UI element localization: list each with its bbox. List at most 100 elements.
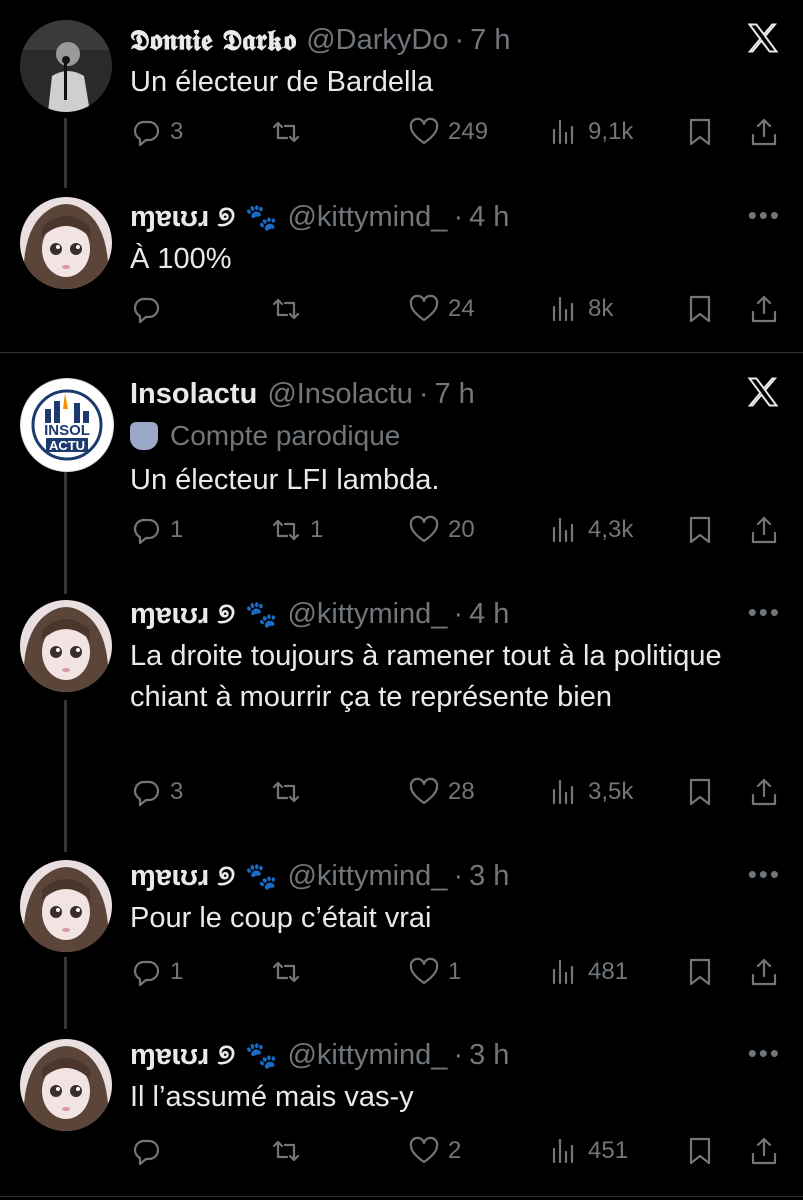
retweet-icon: [272, 1140, 300, 1162]
tweet-reply[interactable]: ɱɐɩʊɹ ୭ 🐾 @kittymind_ · 4 h ••• La droit…: [0, 592, 803, 822]
author-name[interactable]: Insolactu: [130, 378, 257, 411]
share-button[interactable]: [748, 952, 780, 992]
views-button[interactable]: 451: [548, 1131, 628, 1171]
bookmark-icon: [689, 1137, 711, 1165]
bookmark-button[interactable]: [684, 772, 716, 812]
share-button[interactable]: [748, 1131, 780, 1171]
reply-count: 1: [170, 516, 184, 543]
retweet-button[interactable]: [270, 772, 310, 812]
views-count: 8k: [588, 295, 614, 322]
reply-button[interactable]: 3: [130, 112, 183, 152]
tweet-text: La droite toujours à ramener tout à la p…: [130, 640, 722, 713]
reply-button[interactable]: 3: [130, 772, 183, 812]
share-icon: [751, 295, 777, 323]
thread-divider: [0, 352, 803, 353]
more-icon[interactable]: •••: [748, 599, 781, 625]
action-bar: 1 1 20 4,3k: [0, 510, 803, 550]
bookmark-button[interactable]: [684, 289, 716, 329]
tweet-text: Un électeur de Bardella: [130, 66, 434, 98]
reply-button[interactable]: 1: [130, 510, 183, 550]
heart-icon: [409, 515, 439, 543]
like-button[interactable]: 20: [408, 510, 475, 550]
retweet-button[interactable]: 1: [270, 510, 323, 550]
more-icon[interactable]: •••: [748, 1040, 781, 1066]
timestamp[interactable]: 4 h: [469, 201, 509, 234]
bookmark-button[interactable]: [684, 510, 716, 550]
views-button[interactable]: 9,1k: [548, 112, 633, 152]
like-button[interactable]: 24: [408, 289, 475, 329]
bookmark-button[interactable]: [684, 112, 716, 152]
author-handle[interactable]: @kittymind_: [287, 598, 447, 631]
share-button[interactable]: [748, 772, 780, 812]
avatar[interactable]: [20, 20, 112, 112]
tweet-text: Pour le coup c’était vrai: [130, 902, 432, 934]
share-button[interactable]: [748, 112, 780, 152]
author-handle[interactable]: @kittymind_: [287, 201, 447, 234]
bookmark-icon: [689, 778, 711, 806]
reply-icon: [133, 780, 160, 807]
author-name[interactable]: 𝕯𝖔𝖓𝖓𝖎𝖊 𝕯𝖆𝖗𝖐𝖔: [130, 23, 296, 58]
timestamp[interactable]: 4 h: [469, 598, 509, 631]
tweet-reply[interactable]: ɱɐɩʊɹ ୭ 🐾 @kittymind_ · 3 h ••• Il l’ass…: [0, 1033, 803, 1183]
reply-button[interactable]: [130, 289, 170, 329]
share-button[interactable]: [748, 510, 780, 550]
avatar[interactable]: [20, 600, 112, 692]
bookmark-button[interactable]: [684, 1131, 716, 1171]
share-button[interactable]: [748, 289, 780, 329]
avatar[interactable]: [20, 197, 112, 289]
like-button[interactable]: 28: [408, 772, 475, 812]
retweet-icon: [272, 121, 300, 143]
retweet-button[interactable]: [270, 289, 310, 329]
tweet[interactable]: 𝕯𝖔𝖓𝖓𝖎𝖊 𝕯𝖆𝖗𝖐𝖔 @DarkyDo · 7 h Un électeur …: [0, 18, 803, 158]
views-button[interactable]: 3,5k: [548, 772, 633, 812]
bottom-divider: [0, 1196, 803, 1197]
avatar-logo-text: ACTU: [49, 438, 85, 453]
author-name[interactable]: ɱɐɩʊɹ ୭: [130, 201, 235, 234]
author-name[interactable]: ɱɐɩʊɹ ୭: [130, 1039, 235, 1072]
bookmark-icon: [689, 118, 711, 146]
x-logo-icon: [747, 377, 779, 407]
like-count: 1: [448, 958, 462, 985]
separator-dot: ·: [418, 377, 429, 410]
author-handle[interactable]: @kittymind_: [287, 1039, 447, 1072]
author-name[interactable]: ɱɐɩʊɹ ୭: [130, 860, 235, 893]
author-name[interactable]: ɱɐɩʊɹ ୭: [130, 598, 235, 631]
timestamp[interactable]: 3 h: [469, 1039, 509, 1072]
retweet-button[interactable]: [270, 1131, 310, 1171]
views-button[interactable]: 481: [548, 952, 628, 992]
reply-icon: [133, 518, 160, 545]
action-bar: 3 249 9,1k: [0, 112, 803, 152]
like-button[interactable]: 2: [408, 1131, 461, 1171]
tweet-reply[interactable]: ɱɐɩʊɹ ୭ 🐾 @kittymind_ · 3 h ••• Pour le …: [0, 854, 803, 994]
more-icon[interactable]: •••: [748, 202, 781, 228]
avatar[interactable]: [20, 860, 112, 952]
reply-icon: [133, 1139, 160, 1166]
retweet-button[interactable]: [270, 112, 310, 152]
reply-icon: [133, 297, 160, 324]
heart-icon: [409, 1136, 439, 1164]
avatar[interactable]: [20, 1039, 112, 1131]
views-button[interactable]: 8k: [548, 289, 613, 329]
timestamp[interactable]: 7 h: [435, 378, 475, 411]
tweet[interactable]: INSOL ACTU Insolactu @Insolactu · 7 h Co…: [0, 372, 803, 562]
author-handle[interactable]: @kittymind_: [287, 860, 447, 893]
like-button[interactable]: 249: [408, 112, 488, 152]
views-button[interactable]: 4,3k: [548, 510, 633, 550]
retweet-button[interactable]: [270, 952, 310, 992]
bookmark-button[interactable]: [684, 952, 716, 992]
reply-button[interactable]: 1: [130, 952, 183, 992]
timestamp[interactable]: 7 h: [470, 24, 510, 57]
author-handle[interactable]: @Insolactu: [267, 378, 413, 411]
reply-icon: [133, 120, 160, 147]
views-icon: [552, 517, 574, 543]
avatar[interactable]: INSOL ACTU: [20, 378, 114, 472]
timestamp[interactable]: 3 h: [469, 860, 509, 893]
more-icon[interactable]: •••: [748, 861, 781, 887]
share-icon: [751, 118, 777, 146]
views-icon: [552, 959, 574, 985]
like-button[interactable]: 1: [408, 952, 461, 992]
reply-button[interactable]: [130, 1131, 170, 1171]
author-handle[interactable]: @DarkyDo: [306, 24, 448, 57]
tweet-reply[interactable]: ɱɐɩʊɹ ୭ 🐾 @kittymind_ · 4 h ••• À 100% 2…: [0, 195, 803, 335]
views-icon: [552, 1138, 574, 1164]
